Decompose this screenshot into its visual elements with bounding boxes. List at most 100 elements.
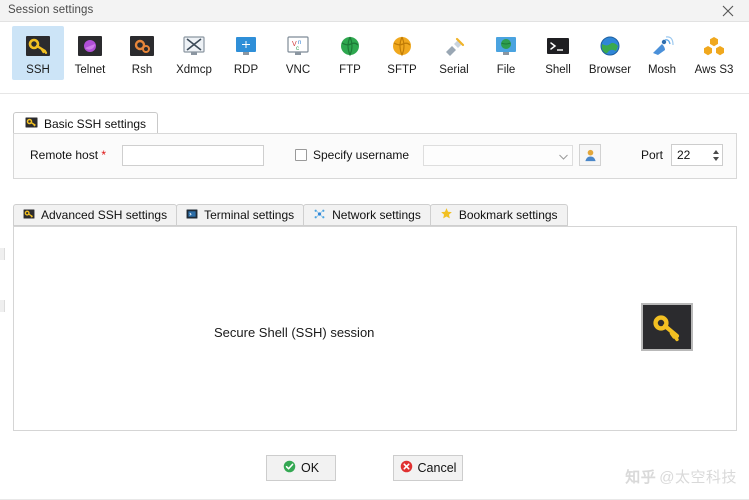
protocol-list: SSH Telnet Rsh Xdmcp RDP V n c VNC FTP S… (12, 26, 749, 80)
ok-button-label: OK (300, 461, 320, 475)
protocol-sftp[interactable]: SFTP (376, 26, 428, 80)
ok-button[interactable]: OK (266, 455, 336, 481)
port-spinner-arrows[interactable] (710, 145, 722, 165)
secondary-tabstrip: Advanced SSH settings Terminal settings (13, 204, 737, 226)
check-circle-icon (283, 460, 296, 476)
protocol-serial[interactable]: Serial (428, 26, 480, 80)
protocol-label: SFTP (387, 64, 417, 76)
protocol-label: File (496, 64, 516, 76)
protocol-toolbar: SSH Telnet Rsh Xdmcp RDP V n c VNC FTP S… (0, 22, 749, 94)
user-icon (584, 149, 596, 161)
ssh-key-icon (25, 117, 38, 131)
serial-plug-icon (439, 31, 469, 61)
protocol-label: Xdmcp (176, 64, 212, 76)
protocol-label: Rsh (131, 64, 153, 76)
protocol-wsl[interactable]: WSL (740, 26, 749, 80)
tab-label: Terminal settings (204, 208, 295, 222)
tab-network-settings[interactable]: Network settings (303, 204, 431, 226)
protocol-mosh[interactable]: Mosh (636, 26, 688, 80)
mosh-satellite-icon (647, 31, 677, 61)
tab-label: Basic SSH settings (44, 116, 147, 131)
username-combobox[interactable] (423, 145, 573, 166)
specify-username-control[interactable]: Specify username (295, 148, 409, 162)
protocol-label: Shell (545, 64, 571, 76)
xdmcp-icon (179, 31, 209, 61)
ssh-key-icon (23, 208, 35, 222)
watermark: 知乎 @太空科技 (625, 466, 737, 487)
protocol-xdmcp[interactable]: Xdmcp (168, 26, 220, 80)
protocol-shell[interactable]: Shell (532, 26, 584, 80)
cancel-circle-icon (400, 460, 413, 476)
session-description-panel: Secure Shell (SSH) session (13, 226, 737, 431)
protocol-label: Mosh (647, 64, 677, 76)
protocol-label: SSH (26, 64, 50, 76)
rdp-icon (231, 31, 261, 61)
tab-label: Bookmark settings (458, 208, 558, 222)
port-spinner[interactable]: 22 (671, 144, 723, 166)
ftp-globe-icon (335, 31, 365, 61)
protocol-label: FTP (339, 64, 361, 76)
spinner-up-icon[interactable] (713, 149, 719, 154)
remote-host-label: Remote host * (30, 148, 106, 162)
terminal-icon (186, 208, 198, 222)
sftp-globe-icon (387, 31, 417, 61)
protocol-label: VNC (285, 64, 311, 76)
session-settings-dialog: Session settings SSH Telnet Rsh Xdmcp RD… (0, 0, 749, 500)
close-button[interactable] (711, 0, 745, 21)
shell-terminal-icon (543, 31, 573, 61)
cancel-button-label: Cancel (417, 461, 457, 475)
spinner-down-icon[interactable] (713, 156, 719, 161)
required-marker: * (101, 148, 107, 162)
protocol-label: Browser (588, 64, 632, 76)
protocol-label: RDP (233, 64, 259, 76)
primary-tabstrip: Basic SSH settings (13, 112, 737, 134)
telnet-icon (75, 31, 105, 61)
titlebar: Session settings (0, 0, 749, 22)
watermark-logo: 知乎 (625, 469, 657, 486)
protocol-aws-s3[interactable]: Aws S3 (688, 26, 740, 80)
basic-settings-panel: Remote host * Specify username Port 22 (13, 133, 737, 179)
protocol-label: Aws S3 (694, 64, 734, 76)
protocol-vnc[interactable]: V n c VNC (272, 26, 324, 80)
port-label: Port (641, 148, 664, 162)
port-value: 22 (677, 148, 691, 162)
specify-username-label: Specify username (313, 148, 410, 162)
protocol-telnet[interactable]: Telnet (64, 26, 116, 80)
protocol-rdp[interactable]: RDP (220, 26, 272, 80)
tab-bookmark-settings[interactable]: Bookmark settings (429, 204, 568, 226)
remote-host-label-text: Remote host (30, 148, 99, 162)
protocol-label: Telnet (74, 64, 106, 76)
protocol-rsh[interactable]: Rsh (116, 26, 168, 80)
close-icon (722, 5, 734, 16)
protocol-label: Serial (439, 64, 469, 76)
remote-host-input[interactable] (122, 145, 264, 166)
ssh-key-icon (641, 303, 693, 351)
rsh-icon (127, 31, 157, 61)
window-edge-artifact-upper (0, 248, 5, 260)
select-user-button[interactable] (579, 144, 601, 166)
tab-advanced-ssh-settings[interactable]: Advanced SSH settings (13, 204, 178, 226)
protocol-ftp[interactable]: FTP (324, 26, 376, 80)
protocol-browser[interactable]: Browser (584, 26, 636, 80)
tab-label: Advanced SSH settings (41, 208, 168, 222)
star-icon (440, 207, 453, 223)
vnc-icon: V n c (283, 31, 313, 61)
network-nodes-icon (313, 208, 326, 223)
ssh-key-icon (23, 31, 53, 61)
tab-basic-ssh-settings[interactable]: Basic SSH settings (13, 112, 159, 134)
window-edge-artifact-lower (0, 300, 5, 312)
watermark-handle: @太空科技 (659, 469, 737, 486)
protocol-ssh[interactable]: SSH (12, 26, 64, 80)
specify-username-checkbox[interactable] (295, 149, 307, 161)
window-title: Session settings (8, 4, 94, 16)
protocol-file[interactable]: File (480, 26, 532, 80)
session-description: Secure Shell (SSH) session (214, 325, 375, 340)
file-monitor-icon (491, 31, 521, 61)
browser-globe-icon (595, 31, 625, 61)
cancel-button[interactable]: Cancel (393, 455, 463, 481)
svg-text:c: c (296, 46, 299, 52)
tab-label: Network settings (332, 208, 421, 222)
aws-s3-icon (699, 31, 729, 61)
tab-terminal-settings[interactable]: Terminal settings (176, 204, 305, 226)
chevron-down-icon (559, 149, 568, 163)
